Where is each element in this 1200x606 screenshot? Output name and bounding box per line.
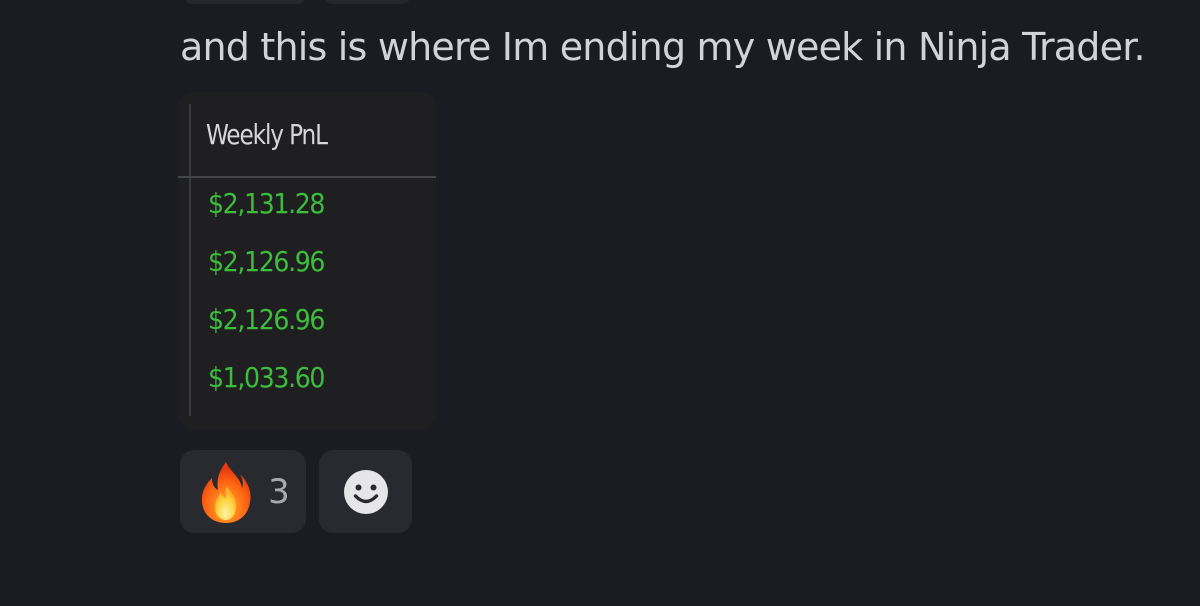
image-attachment[interactable]: Weekly PnL $2,131.28 $2,126.96 $2,126.96… [178, 92, 436, 430]
add-reaction-button[interactable] [319, 450, 412, 533]
pnl-row-value: $2,131.28 [208, 187, 325, 220]
chat-message: and this is where Im ending my week in N… [0, 0, 1200, 606]
table-left-border [189, 104, 191, 416]
message-text: and this is where Im ending my week in N… [180, 25, 1146, 69]
reaction-count: 3 [268, 471, 290, 512]
pnl-row-value: $2,126.96 [208, 245, 325, 278]
pnl-row-value: $2,126.96 [208, 303, 325, 336]
column-header-weekly-pnl: Weekly PnL [206, 118, 328, 151]
pnl-row-value: $1,033.60 [208, 361, 325, 394]
pnl-row-cutoff [210, 425, 290, 430]
smiley-icon [343, 469, 388, 514]
header-divider [178, 176, 436, 178]
fire-reaction-button[interactable]: 3 [180, 450, 306, 533]
previous-reaction-pill[interactable] [325, 0, 410, 4]
fire-icon [202, 461, 251, 523]
previous-reaction-pill[interactable] [185, 0, 305, 4]
